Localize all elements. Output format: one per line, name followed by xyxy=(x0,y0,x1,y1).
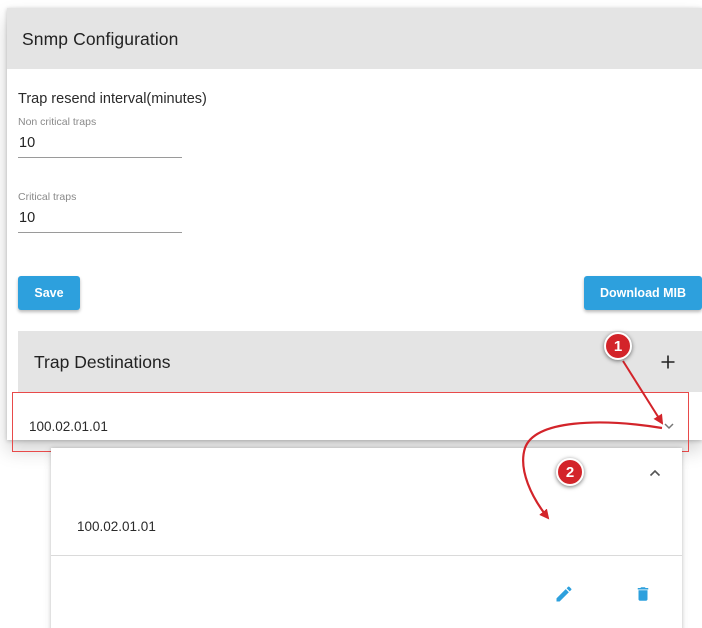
divider xyxy=(51,555,682,556)
pencil-icon[interactable] xyxy=(554,584,574,604)
trash-icon[interactable] xyxy=(634,584,652,604)
critical-traps-label: Critical traps xyxy=(18,191,77,203)
callout-badge-1: 1 xyxy=(604,332,632,360)
snmp-configuration-card: Snmp Configuration Trap resend interval(… xyxy=(7,8,702,440)
trap-destinations-header: Trap Destinations xyxy=(18,331,702,392)
expanded-destination-address: 100.02.01.01 xyxy=(77,519,156,534)
non-critical-traps-label: Non critical traps xyxy=(18,116,97,128)
trap-destinations-title: Trap Destinations xyxy=(34,352,171,372)
card-header: Snmp Configuration xyxy=(7,8,702,69)
plus-icon xyxy=(661,355,675,369)
trap-destination-address: 100.02.01.01 xyxy=(29,419,108,434)
non-critical-traps-input[interactable] xyxy=(18,131,182,158)
non-critical-traps-field: Non critical traps xyxy=(18,116,182,158)
page-title: Snmp Configuration xyxy=(22,29,179,49)
screenshot-stage: Snmp Configuration Trap resend interval(… xyxy=(0,0,702,628)
trap-destination-row[interactable]: 100.02.01.01 xyxy=(12,392,689,452)
callout-badge-2: 2 xyxy=(556,458,584,486)
critical-traps-field: Critical traps xyxy=(18,191,182,233)
critical-traps-input[interactable] xyxy=(18,206,182,233)
download-mib-button[interactable]: Download MIB xyxy=(584,276,702,310)
add-destination-button[interactable] xyxy=(651,345,685,379)
trap-resend-interval-label: Trap resend interval(minutes) xyxy=(18,91,207,107)
save-button[interactable]: Save xyxy=(18,276,80,310)
chevron-down-icon[interactable] xyxy=(663,421,675,431)
chevron-up-icon[interactable] xyxy=(648,468,662,478)
expanded-trap-destination-panel: 100.02.01.01 xyxy=(51,448,682,628)
